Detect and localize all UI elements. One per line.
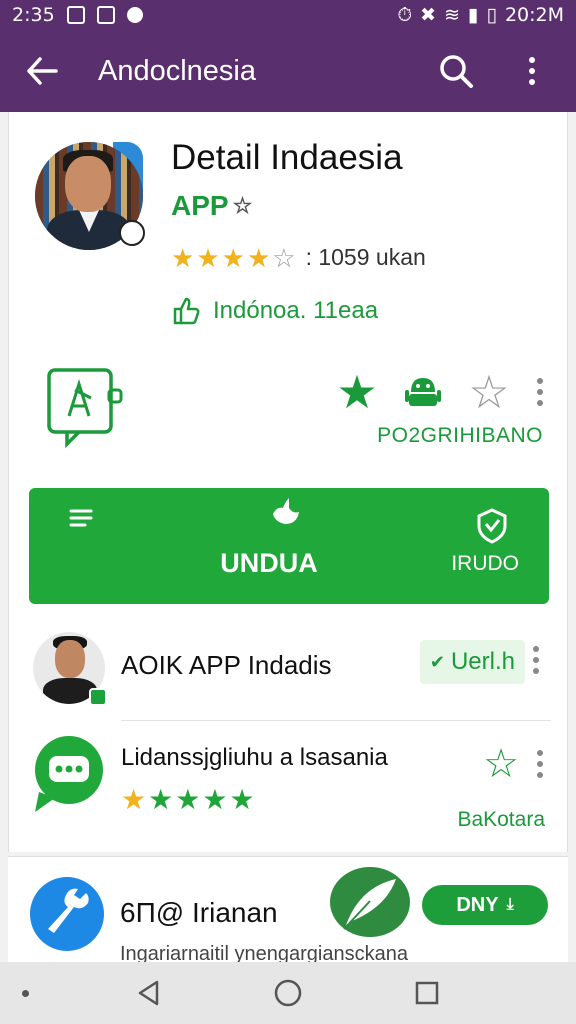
- notification-dot-icon: [126, 7, 143, 23]
- download-button[interactable]: DNY ⤓: [422, 885, 548, 925]
- system-nav-bar: [0, 962, 576, 1024]
- star-icon: ★: [229, 784, 255, 815]
- list-item-action-label: BaKotara: [457, 808, 545, 831]
- more-vert-icon: [527, 57, 537, 85]
- status-time-right: 20:2M: [504, 4, 564, 26]
- star-icon: ★: [202, 784, 228, 815]
- star-icon: ★: [171, 242, 195, 273]
- signal-icon: ▮: [468, 4, 479, 26]
- hand-icon: [273, 498, 299, 524]
- more-vert-icon[interactable]: [531, 646, 541, 674]
- star-outline-icon[interactable]: ☆: [483, 744, 519, 784]
- star-filled-icon: ★: [336, 366, 378, 418]
- triangle-back-icon: [139, 980, 159, 1006]
- battery-icon: ▯: [486, 4, 497, 26]
- more-vert-icon: [535, 378, 545, 406]
- more-vert-icon[interactable]: [535, 750, 545, 778]
- rating-count: : 1059 ukan: [305, 244, 426, 270]
- sparkle-icon: ☆: [232, 193, 253, 218]
- square-recents-icon: [415, 981, 438, 1005]
- screenshot-icon: [66, 6, 85, 24]
- list-item[interactable]: AOIK APP Indadis ✔ Uerl.h: [9, 624, 569, 720]
- star-rating: ★ ★ ★ ★ ★: [121, 786, 255, 814]
- action-icons-row: ★ ☆: [335, 366, 547, 418]
- android-button[interactable]: [401, 370, 445, 414]
- divider: [121, 720, 551, 721]
- wifi-icon: ≋: [444, 4, 460, 26]
- app-tag-label: APP: [171, 190, 229, 221]
- action-label: PO2GRIHIBANO: [377, 424, 543, 447]
- nav-recents-button[interactable]: [405, 971, 449, 1015]
- mute-icon: ✖: [420, 4, 437, 26]
- rating-row: ★ ★ ★ ★ ☆ : 1059 ukan: [171, 244, 426, 271]
- star-icon: ★: [175, 784, 201, 815]
- star-icon: ★: [221, 242, 245, 273]
- star-icon: ★: [196, 242, 220, 273]
- star-icon: ★: [121, 784, 147, 815]
- download-icon: ⤓: [506, 896, 514, 913]
- alarm-icon: ⏱: [397, 4, 413, 26]
- app-bar: Andoclnesia: [0, 30, 576, 112]
- status-bar: 2:35 ⏱ ✖ ≋ ▮ ▯ 20:2M: [0, 0, 576, 30]
- page-title: Andoclnesia: [98, 54, 256, 87]
- app-icon: [30, 877, 104, 951]
- verified-badge[interactable]: ✔ Uerl.h: [419, 640, 525, 684]
- star-icon: ★: [148, 784, 174, 815]
- avatar-badge-icon: [119, 220, 145, 246]
- chat-bubble-icon: [35, 736, 103, 812]
- list-item-name: AOIK APP Indadis: [121, 650, 332, 680]
- android-icon: [405, 378, 441, 406]
- star-icon: ★: [246, 242, 271, 273]
- star-outline-icon: ☆: [468, 366, 510, 418]
- menu-icon: [69, 509, 93, 527]
- status-time-left: 2:35: [12, 4, 55, 26]
- app-tag: APP ☆: [171, 190, 252, 222]
- app-title: Detail Indaesia: [171, 138, 403, 177]
- overflow-menu-button[interactable]: [508, 47, 556, 95]
- search-icon: [440, 55, 473, 88]
- nav-home-button[interactable]: [266, 971, 310, 1015]
- install-button[interactable]: UNDUA IRUDO: [29, 488, 549, 604]
- search-button[interactable]: [432, 47, 480, 95]
- wrench-icon: [48, 888, 89, 933]
- thumbs-up-icon: [173, 297, 200, 325]
- shield-icon: [477, 508, 507, 544]
- vendor-row[interactable]: Indónoa. 11eaa: [171, 296, 378, 326]
- back-arrow-icon: [27, 57, 58, 85]
- vendor-name: Indónoa. 11eaa: [213, 297, 379, 324]
- more-options-button[interactable]: [533, 370, 547, 414]
- verified-badge-label: Uerl.h: [450, 648, 515, 675]
- image-icon: [96, 6, 115, 24]
- download-button-label: DNY: [456, 893, 499, 916]
- feather-icon: [330, 867, 410, 937]
- nav-back-button[interactable]: [127, 971, 171, 1015]
- app-detail-card: Detail Indaesia APP ☆ ★ ★ ★ ★ ☆ : 1059 u…: [8, 112, 568, 852]
- list-item[interactable]: Lidanssjgliuhu a lsasania ★ ★ ★ ★ ★ ☆ Ba…: [9, 732, 569, 852]
- favorite-button[interactable]: ★: [335, 366, 379, 418]
- check-flag-icon: ✔: [429, 651, 445, 672]
- back-button[interactable]: [20, 49, 64, 93]
- feature-icon: [45, 366, 127, 449]
- install-side-label: IRUDO: [451, 552, 519, 575]
- online-badge-icon: [89, 688, 107, 706]
- list-item-name: Lidanssjgliuhu a lsasania: [121, 744, 388, 771]
- nav-dot-icon: [22, 990, 29, 997]
- star-outline-icon: ☆: [272, 242, 296, 273]
- circle-home-icon: [274, 979, 302, 1007]
- rate-button[interactable]: ☆: [467, 366, 511, 418]
- list-item-name: 6Π@ Irianan: [120, 897, 278, 928]
- list-item[interactable]: 6Π@ Irianan Ingariarnaitil ynengargiansc…: [8, 856, 568, 968]
